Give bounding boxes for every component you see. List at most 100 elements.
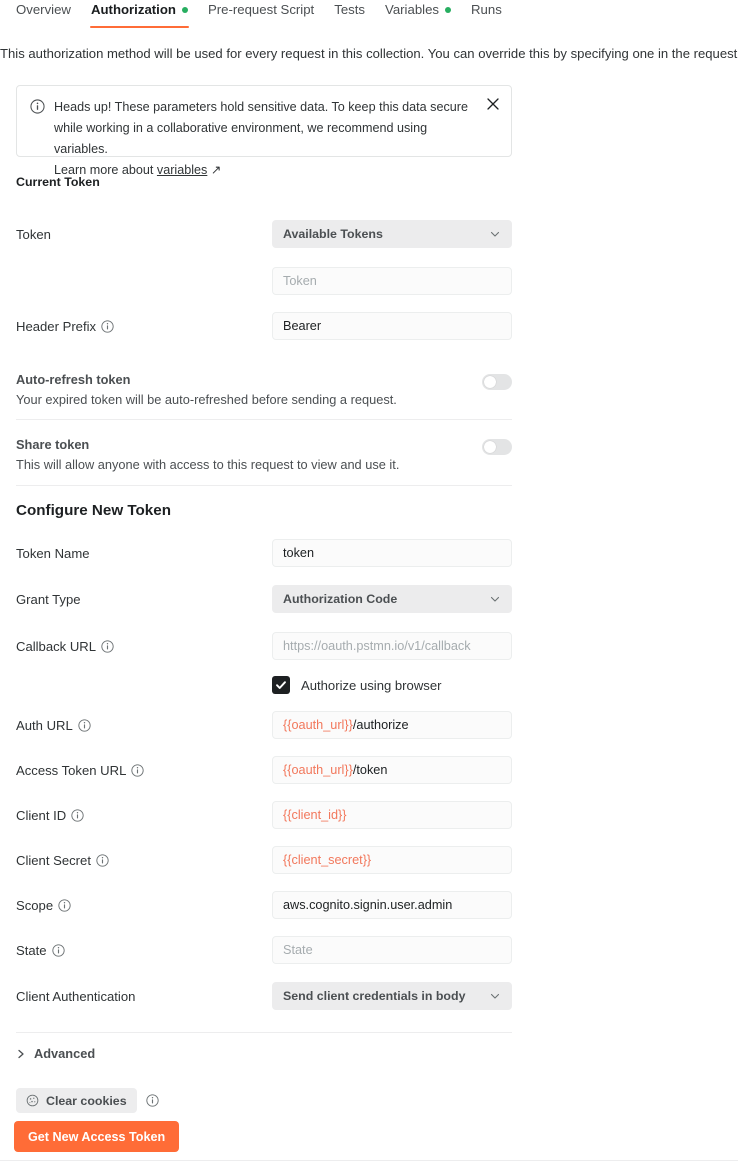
access-token-url-input[interactable]: {{oauth_url}}/token (272, 756, 512, 784)
bottom-divider (0, 1160, 738, 1161)
token-select-value: Available Tokens (283, 227, 383, 241)
info-icon[interactable] (71, 808, 84, 822)
callback-url-label: Callback URL (16, 638, 97, 654)
chevron-down-icon (489, 228, 501, 240)
header-prefix-input[interactable]: Bearer (272, 312, 512, 340)
token-name-label: Token Name (16, 545, 90, 561)
client-id-label-wrap: Client ID (16, 808, 272, 823)
share-token-subtitle: This will allow anyone with access to th… (16, 457, 400, 472)
header-prefix-row: Header Prefix Bearer (16, 312, 512, 340)
token-input-wrap: Token (272, 267, 512, 295)
tab-runs[interactable]: Runs (461, 0, 512, 28)
info-icon[interactable] (101, 639, 114, 653)
client-id-row: Client ID {{client_id}} (16, 801, 512, 829)
auto-refresh-token-row: Auto-refresh token Your expired token wi… (16, 372, 512, 407)
tab-overview[interactable]: Overview (6, 0, 81, 28)
auth-url-variable: {{oauth_url}} (283, 718, 353, 732)
info-icon[interactable] (101, 319, 114, 333)
advanced-section-toggle[interactable]: Advanced (16, 1046, 95, 1061)
grant-type-select[interactable]: Authorization Code (272, 585, 512, 613)
scope-row: Scope aws.cognito.signin.user.admin (16, 891, 512, 919)
client-secret-label: Client Secret (16, 852, 91, 868)
current-token-heading: Current Token (16, 175, 100, 189)
status-dot-icon (181, 6, 188, 13)
access-token-url-variable: {{oauth_url}} (283, 763, 353, 777)
scope-input[interactable]: aws.cognito.signin.user.admin (272, 891, 512, 919)
token-name-input-wrap: token (272, 539, 512, 567)
access-token-url-label: Access Token URL (16, 762, 127, 778)
callback-url-row: Callback URL https://oauth.pstmn.io/v1/c… (16, 632, 512, 660)
info-icon[interactable] (78, 718, 91, 732)
state-input[interactable]: State (272, 936, 512, 964)
variables-link[interactable]: variables (157, 163, 207, 177)
auth-url-label-wrap: Auth URL (16, 718, 272, 733)
token-select[interactable]: Available Tokens (272, 220, 512, 248)
grant-type-select-wrap: Authorization Code (272, 585, 512, 613)
auth-url-input[interactable]: {{oauth_url}}/authorize (272, 711, 512, 739)
share-token-toggle[interactable] (482, 439, 512, 455)
authorize-using-browser-checkbox[interactable] (272, 676, 290, 694)
access-token-url-path: /token (352, 763, 388, 777)
client-secret-label-wrap: Client Secret (16, 853, 272, 868)
token-name-row: Token Name token (16, 539, 512, 567)
authorize-using-browser-row[interactable]: Authorize using browser (272, 676, 441, 694)
advanced-label: Advanced (34, 1046, 96, 1061)
auth-url-label: Auth URL (16, 717, 73, 733)
collection-tab-bar: Overview Authorization Pre-request Scrip… (0, 0, 738, 33)
close-icon[interactable] (484, 95, 502, 113)
authorize-using-browser-label: Authorize using browser (301, 677, 442, 693)
toggle-knob (484, 376, 496, 388)
token-name-input[interactable]: token (272, 539, 512, 567)
client-authentication-select[interactable]: Send client credentials in body (272, 982, 512, 1010)
info-icon[interactable] (51, 943, 65, 957)
access-token-url-input-wrap: {{oauth_url}}/token (272, 756, 512, 784)
tab-pre-request-script-label: Pre-request Script (207, 2, 315, 17)
clear-cookies-label: Clear cookies (46, 1093, 127, 1108)
scope-input-wrap: aws.cognito.signin.user.admin (272, 891, 512, 919)
state-input-wrap: State (272, 936, 512, 964)
auto-refresh-token-subtitle: Your expired token will be auto-refreshe… (16, 392, 397, 407)
info-icon[interactable] (131, 763, 145, 777)
token-input[interactable]: Token (272, 267, 512, 295)
callout-text: Heads up! These parameters hold sensitiv… (54, 97, 474, 177)
callout-line-2: while working in a collaborative environ… (54, 121, 428, 156)
client-authentication-row: Client Authentication Send client creden… (16, 982, 512, 1010)
sensitive-data-callout: Heads up! These parameters hold sensitiv… (16, 85, 512, 177)
token-select-wrap: Available Tokens (272, 220, 512, 248)
info-icon[interactable] (96, 853, 109, 867)
auto-refresh-token-toggle[interactable] (482, 374, 512, 390)
cookie-icon (26, 1094, 39, 1107)
clear-cookies-button[interactable]: Clear cookies (16, 1088, 137, 1113)
client-id-input[interactable]: {{client_id}} (272, 801, 512, 829)
share-token-title: Share token (16, 437, 90, 452)
tab-pre-request-script[interactable]: Pre-request Script (198, 0, 324, 28)
client-secret-input[interactable]: {{client_secret}} (272, 846, 512, 874)
callback-url-input-wrap: https://oauth.pstmn.io/v1/callback (272, 632, 512, 660)
state-label: State (16, 942, 47, 958)
auth-description: This authorization method will be used f… (0, 46, 738, 61)
callback-url-input[interactable]: https://oauth.pstmn.io/v1/callback (272, 632, 512, 660)
share-token-row: Share token This will allow anyone with … (16, 437, 512, 472)
state-label-wrap: State (16, 943, 272, 958)
get-new-access-token-button[interactable]: Get New Access Token (14, 1121, 180, 1152)
authorization-panel: Overview Authorization Pre-request Scrip… (0, 0, 738, 1165)
header-prefix-input-wrap: Bearer (272, 312, 512, 340)
header-prefix-label-wrap: Header Prefix (16, 319, 272, 334)
tab-tests[interactable]: Tests (324, 0, 375, 28)
tab-variables[interactable]: Variables (375, 0, 461, 28)
callback-url-label-wrap: Callback URL (16, 639, 272, 654)
token-value-row: Token (16, 267, 512, 295)
info-icon[interactable] (145, 1094, 159, 1107)
access-token-url-row: Access Token URL {{oauth_url}}/token (16, 756, 512, 784)
auto-refresh-token-title: Auto-refresh token (16, 372, 131, 387)
callout-line-3: Learn more about variables ↗ (54, 160, 474, 181)
active-tab-underline (89, 25, 189, 28)
auth-url-input-wrap: {{oauth_url}}/authorize (272, 711, 512, 739)
auth-url-row: Auth URL {{oauth_url}}/authorize (16, 711, 512, 739)
info-icon[interactable] (58, 898, 71, 912)
token-row: Token Available Tokens (16, 220, 512, 248)
callout-line-1: Heads up! These parameters hold sensitiv… (54, 100, 468, 114)
divider (16, 485, 512, 486)
access-token-url-label-wrap: Access Token URL (16, 763, 272, 778)
tab-authorization[interactable]: Authorization (81, 0, 198, 28)
